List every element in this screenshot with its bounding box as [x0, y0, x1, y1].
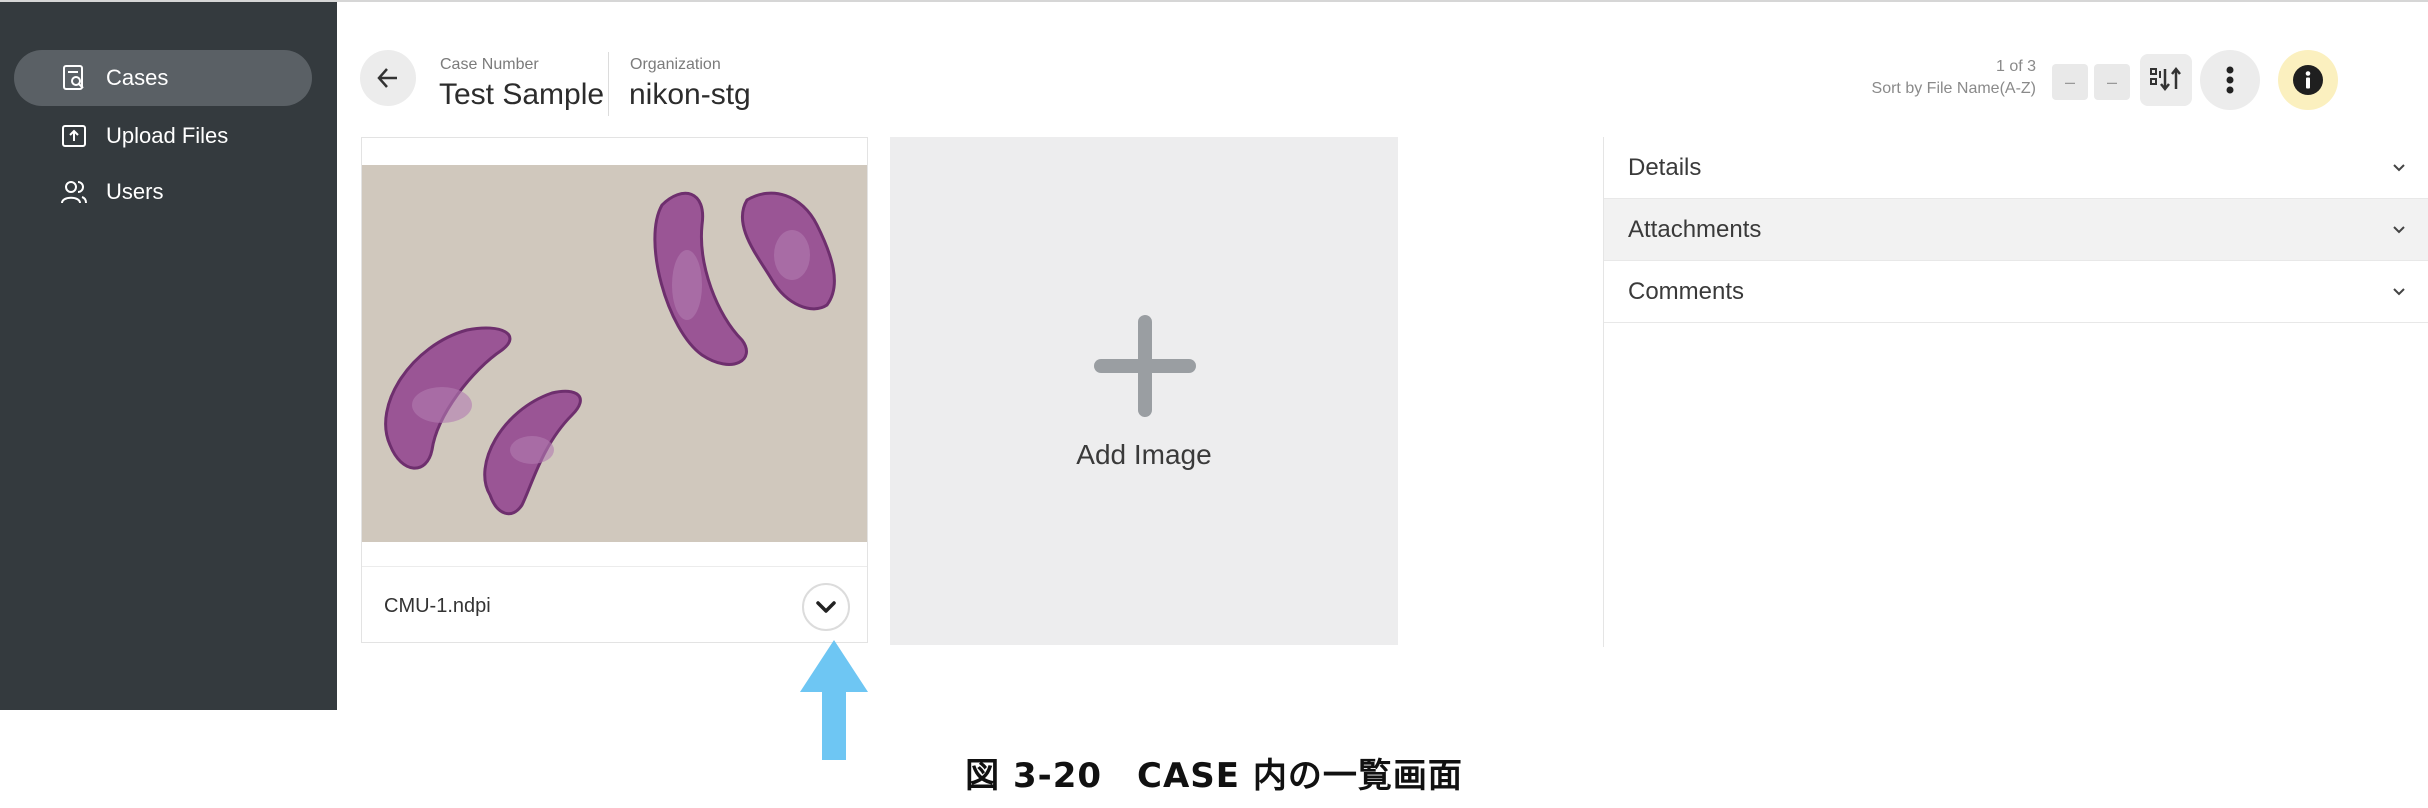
chevron-down-icon [2393, 164, 2405, 172]
app-window: Cases Upload Files Users Case Number Tes… [0, 0, 2428, 710]
more-options-button[interactable] [2200, 50, 2260, 110]
header-divider [608, 52, 609, 116]
plus-icon-bar [1094, 359, 1196, 373]
slide-thumbnail[interactable] [362, 165, 867, 542]
accordion-comments[interactable]: Comments [1604, 261, 2428, 323]
tissue-slide-image [362, 165, 867, 542]
figure-caption: 図 3-20 CASE 内の一覧画面 [965, 756, 1463, 796]
accordion-attachments[interactable]: Attachments [1604, 199, 2428, 261]
chevron-down-icon [2393, 288, 2405, 296]
chevron-down-icon [816, 601, 836, 613]
add-image-label: Add Image [1076, 439, 1212, 470]
image-card-footer: CMU-1.ndpi [362, 566, 867, 643]
next-page-label: – [2106, 71, 2117, 92]
annotation-arrow-icon [800, 640, 868, 760]
sidebar-item-users[interactable]: Users [14, 164, 312, 220]
organization-value: nikon-stg [629, 78, 751, 111]
users-icon [61, 181, 87, 204]
prev-page-label: – [2064, 71, 2075, 92]
accordion-details[interactable]: Details [1604, 137, 2428, 199]
sidebar-item-label: Upload Files [106, 123, 229, 148]
case-details-panel: Details Attachments Comments [1603, 137, 2428, 647]
accordion-label: Attachments [1628, 215, 1762, 243]
pager-info: 1 of 3 Sort by File Name(A-Z) [1872, 56, 2036, 100]
sidebar: Cases Upload Files Users [0, 2, 337, 710]
add-image-tile[interactable]: Add Image [890, 137, 1398, 645]
sidebar-item-cases[interactable]: Cases [14, 50, 312, 106]
sidebar-item-label: Users [106, 179, 164, 204]
next-page-button[interactable]: – [2094, 64, 2130, 100]
image-filename: CMU-1.ndpi [384, 595, 491, 617]
sort-label: Sort by File Name(A-Z) [1871, 80, 2036, 97]
upload-icon [62, 125, 86, 147]
case-number-value: Test Sample [439, 78, 605, 111]
case-search-icon [63, 65, 84, 90]
info-icon [2293, 65, 2323, 95]
sort-button[interactable] [2140, 54, 2192, 106]
pager-count: 1 of 3 [1995, 58, 2036, 75]
back-button[interactable] [360, 50, 416, 106]
expand-button[interactable] [802, 583, 850, 631]
accordion-label: Details [1628, 153, 1702, 181]
arrow-left-icon [377, 68, 397, 88]
chevron-down-icon [2393, 226, 2405, 234]
image-card[interactable]: CMU-1.ndpi [361, 137, 868, 643]
sidebar-item-upload-files[interactable]: Upload Files [14, 108, 312, 164]
accordion-label: Comments [1628, 277, 1745, 305]
info-button[interactable] [2278, 50, 2338, 110]
case-number-label: Case Number [440, 56, 539, 73]
more-vertical-icon [2226, 66, 2234, 94]
sort-icon [2150, 66, 2181, 92]
prev-page-button[interactable]: – [2052, 64, 2088, 100]
sidebar-item-label: Cases [106, 65, 169, 90]
organization-label: Organization [630, 56, 721, 73]
